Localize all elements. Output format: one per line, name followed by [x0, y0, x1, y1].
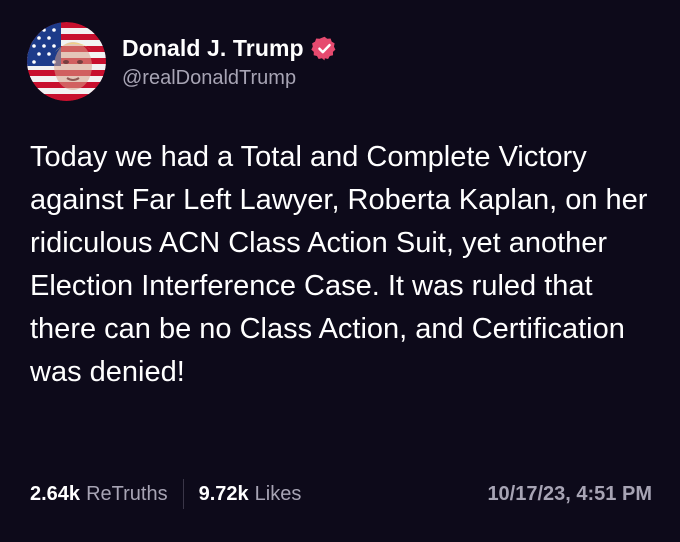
display-name[interactable]: Donald J. Trump: [122, 35, 304, 62]
likes-stat[interactable]: 9.72k Likes: [199, 483, 302, 506]
truth-post-card: Donald J. Trump @realDonaldTrump Today w…: [0, 0, 680, 542]
post-footer: 2.64k ReTruths 9.72k Likes 10/17/23, 4:5…: [30, 478, 652, 510]
retruths-stat[interactable]: 2.64k ReTruths: [30, 483, 168, 506]
likes-label: Likes: [254, 482, 302, 505]
flag-portrait-avatar-icon: [27, 22, 106, 101]
retruths-count: 2.64k: [30, 482, 81, 505]
stat-divider: [182, 479, 184, 509]
name-row: Donald J. Trump: [122, 33, 338, 63]
post-timestamp[interactable]: 10/17/23, 4:51 PM: [487, 483, 652, 506]
user-handle[interactable]: @realDonaldTrump: [122, 67, 338, 90]
post-text: Today we had a Total and Complete Victor…: [30, 141, 648, 388]
verified-badge-icon: [311, 35, 338, 62]
post-header: Donald J. Trump @realDonaldTrump: [27, 22, 338, 101]
avatar[interactable]: [27, 22, 106, 101]
author-names: Donald J. Trump @realDonaldTrump: [122, 33, 338, 90]
likes-count: 9.72k: [198, 482, 249, 505]
retruths-label: ReTruths: [86, 482, 168, 505]
